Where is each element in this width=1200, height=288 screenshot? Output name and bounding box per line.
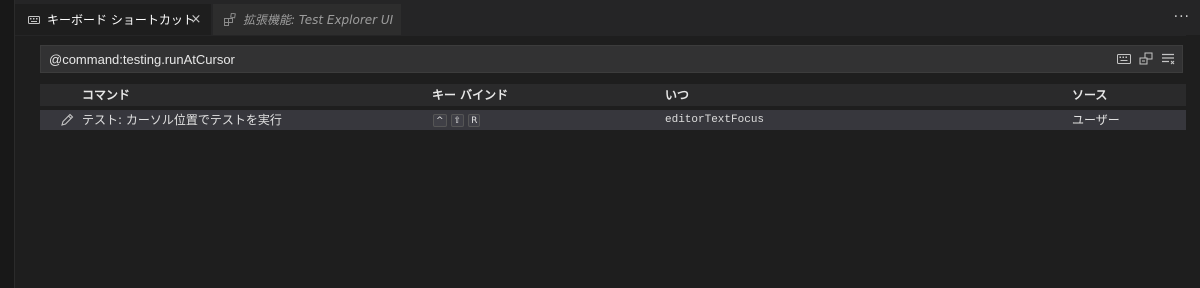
tab-label: 拡張機能: Test Explorer UI xyxy=(243,13,394,27)
column-header-keybinding[interactable]: キー バインド xyxy=(432,84,508,106)
tab-keyboard-shortcuts[interactable]: キーボード ショートカット × xyxy=(15,4,211,35)
column-header-source[interactable]: ソース xyxy=(1072,84,1107,106)
when-cell: editorTextFocus xyxy=(665,114,765,126)
edit-pencil-icon[interactable] xyxy=(60,113,74,127)
keycap-r: R xyxy=(468,113,481,127)
keyboard-icon xyxy=(27,13,41,27)
command-cell: テスト: カーソル位置でテストを実行 xyxy=(82,113,282,127)
keybinding-cell: ^ ⇧ R xyxy=(433,110,481,130)
search-input[interactable] xyxy=(49,46,949,72)
sort-by-precedence-icon[interactable] xyxy=(1138,51,1154,67)
tab-label: キーボード ショートカット xyxy=(47,13,195,27)
scrollbar[interactable] xyxy=(1186,35,1200,288)
more-actions-icon[interactable]: ··· xyxy=(1174,10,1190,24)
column-header-command[interactable]: コマンド xyxy=(82,84,130,106)
keybindings-table-header: コマンド キー バインド いつ ソース xyxy=(40,84,1200,106)
clear-input-icon[interactable] xyxy=(1160,51,1176,67)
activity-bar xyxy=(0,0,15,288)
keycap-shift: ⇧ xyxy=(450,113,465,127)
tab-extension-test-explorer[interactable]: 拡張機能: Test Explorer UI xyxy=(212,4,402,35)
extensions-icon xyxy=(223,13,237,27)
keycap-control: ^ xyxy=(433,113,447,127)
keybindings-search-box xyxy=(40,45,1183,73)
record-keys-icon[interactable] xyxy=(1116,51,1132,67)
source-cell: ユーザー xyxy=(1072,113,1120,127)
column-header-when[interactable]: いつ xyxy=(665,84,689,106)
close-icon[interactable]: × xyxy=(189,12,203,27)
table-row[interactable]: テスト: カーソル位置でテストを実行 ^ ⇧ R editorTextFocus… xyxy=(40,110,1200,130)
